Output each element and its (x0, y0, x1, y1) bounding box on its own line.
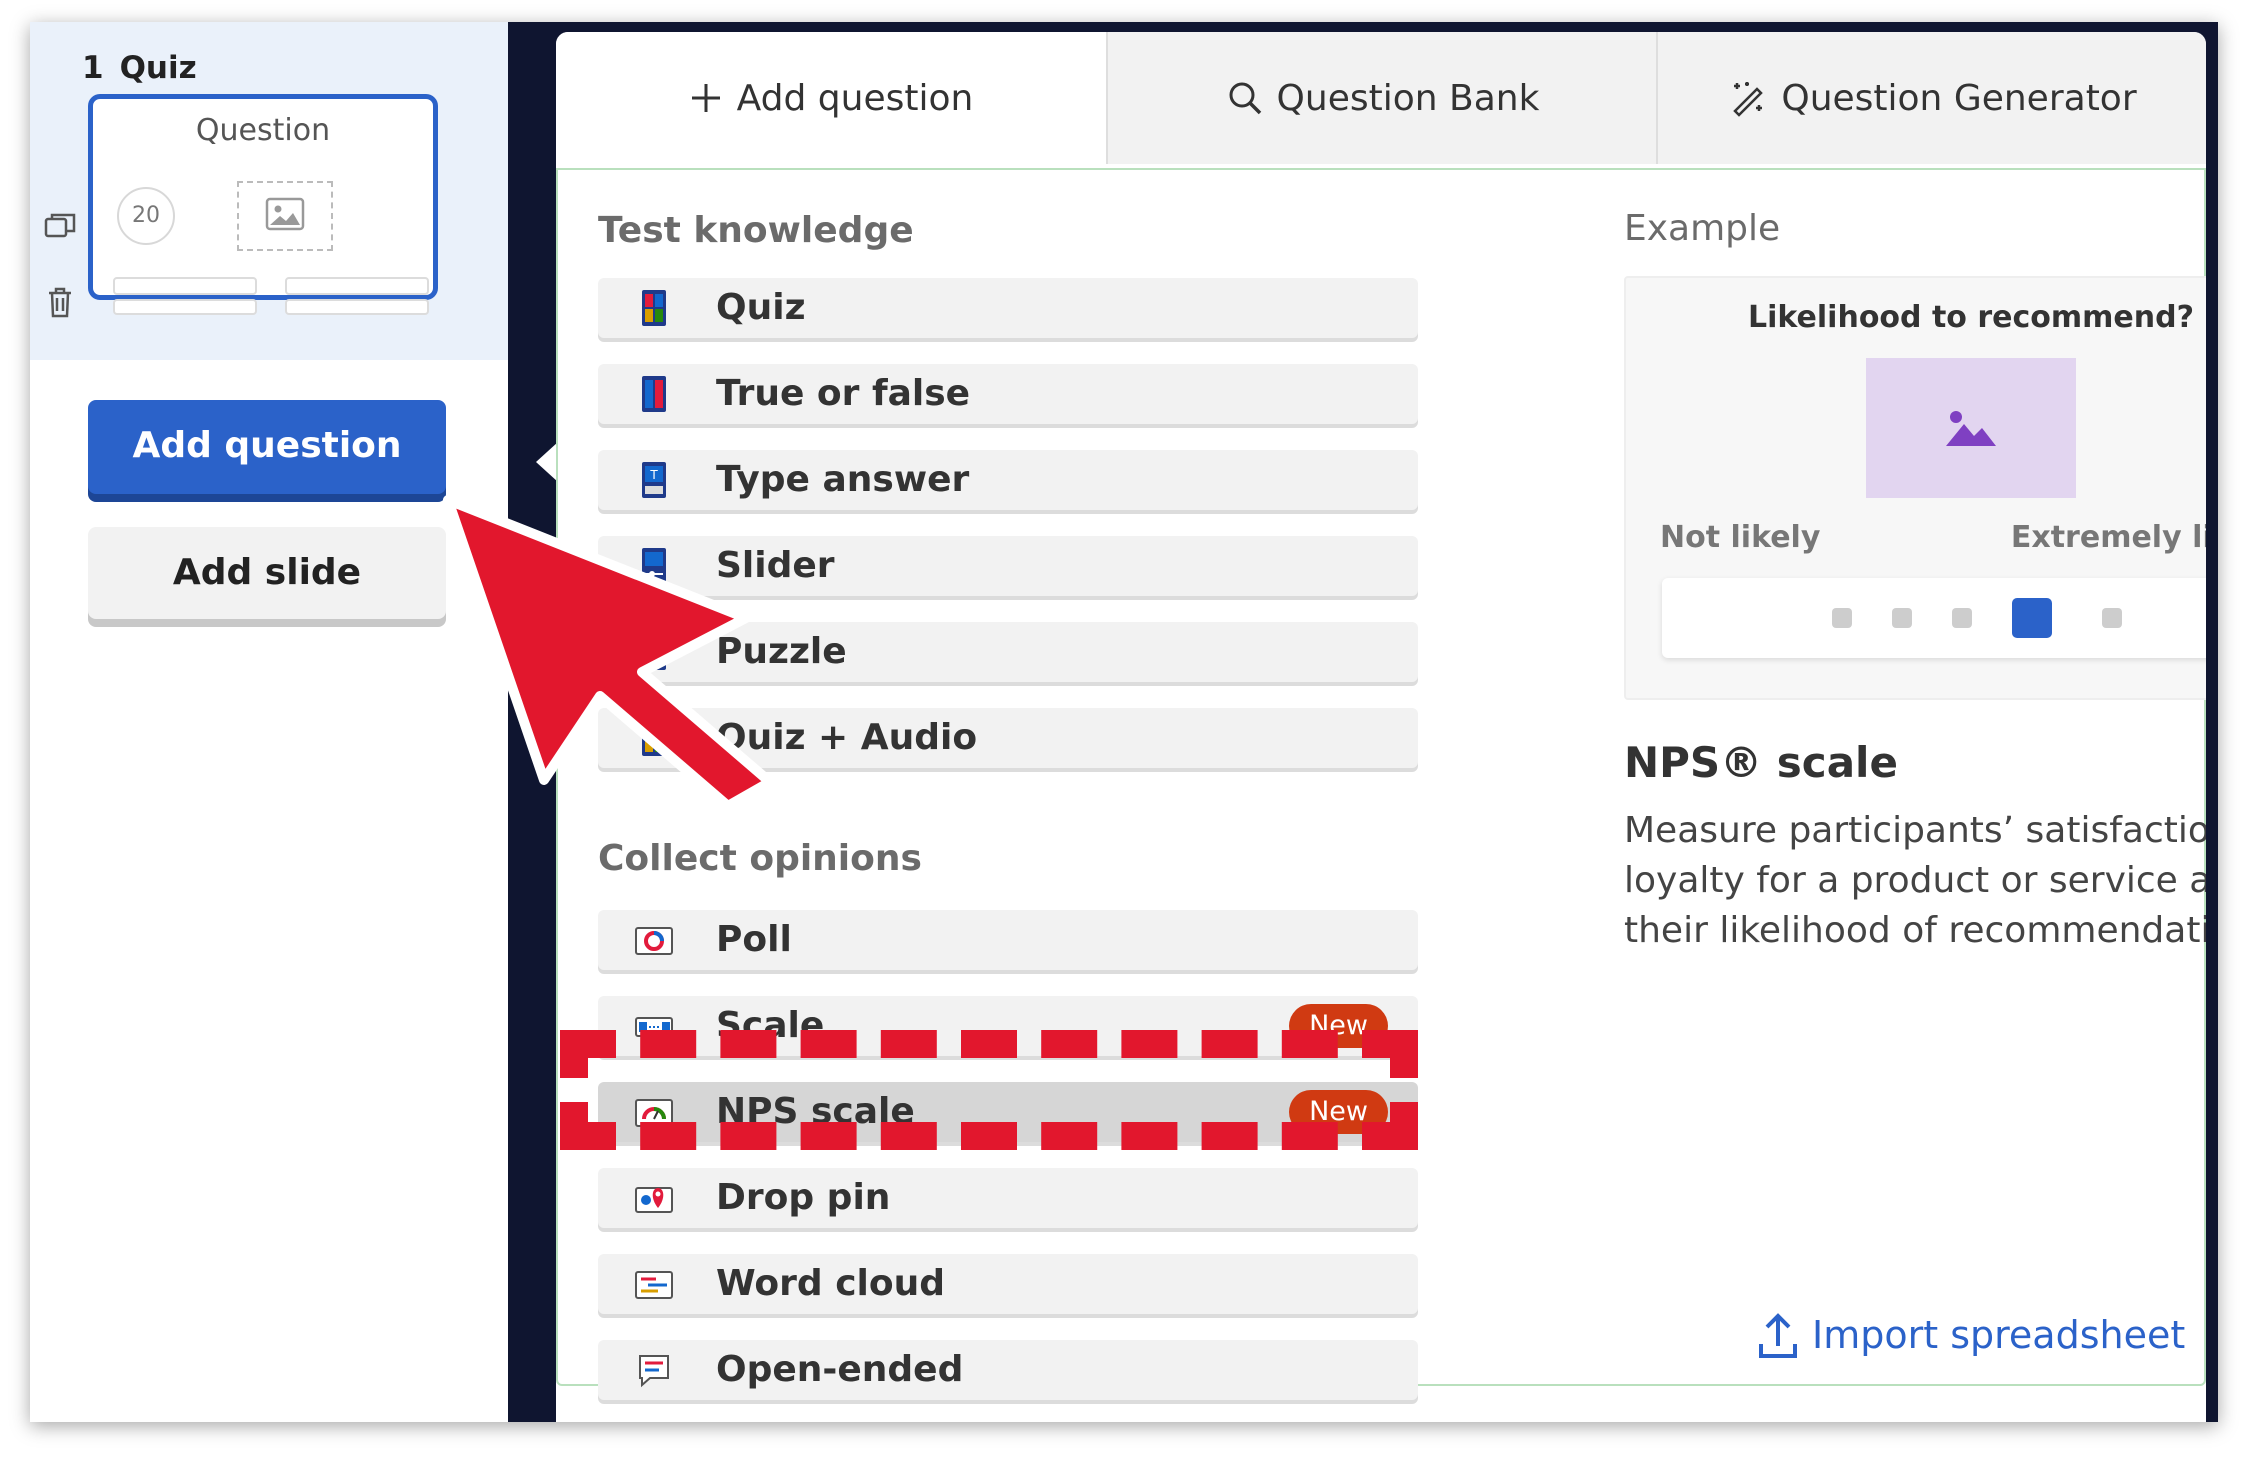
nps-scale-icon (635, 1099, 673, 1127)
open-ended-icon (639, 1355, 669, 1388)
import-label: Import spreadsheet (1812, 1313, 2186, 1357)
quiz-icon (642, 290, 666, 326)
add-question-button[interactable]: Add question (88, 400, 446, 494)
dialog-content: Test knowledge Quiz True or false T Type… (556, 168, 2206, 1400)
question-type-label: Drop pin (716, 1177, 891, 1218)
quiz-audio-icon (642, 720, 666, 756)
thumbnail-title: Question (195, 113, 331, 148)
question-type-label: Open-ended (716, 1349, 964, 1390)
thumbnail-answer (113, 277, 257, 295)
example-low-label: Not likely (1660, 520, 1821, 555)
slide-number: 1 (82, 50, 104, 86)
description-title: NPS® scale (1624, 738, 1898, 787)
puzzle-icon (642, 634, 666, 670)
new-badge: New (1289, 1004, 1388, 1048)
example-high-label: Extremely likely (2010, 520, 2206, 555)
question-type-label: Slider (716, 545, 835, 586)
slide-list-item[interactable]: 1 Quiz Question 20 (30, 22, 508, 360)
true-false-icon (642, 376, 666, 412)
question-type-label: Poll (716, 919, 792, 960)
question-type-label: Scale (716, 1005, 825, 1046)
question-type-label: Word cloud (716, 1263, 946, 1304)
question-type-type-answer[interactable]: T Type answer (598, 450, 1418, 510)
scale-point (1832, 608, 1852, 628)
tab-label: Question Bank (1276, 77, 1540, 119)
slide-sidebar: 1 Quiz Question 20 Add question Add slid… (30, 22, 508, 1422)
example-scale (1662, 578, 2206, 658)
question-type-label: Puzzle (716, 631, 847, 672)
magic-wand-icon (1733, 82, 1764, 117)
trash-icon[interactable] (42, 284, 78, 320)
question-type-slider[interactable]: Slider (598, 536, 1418, 596)
panel-pointer (536, 442, 558, 482)
example-image-placeholder (1866, 358, 2076, 498)
example-question: Likelihood to recommend? (1748, 300, 2194, 335)
new-badge: New (1289, 1090, 1388, 1134)
question-type-label: Type answer (716, 459, 970, 500)
slide-label: 1 Quiz (82, 50, 197, 86)
question-type-open-ended[interactable]: Open-ended (598, 1340, 1418, 1400)
scale-point (1892, 608, 1912, 628)
poll-icon (635, 927, 673, 955)
section-title-test-knowledge: Test knowledge (598, 210, 914, 251)
question-type-true-or-false[interactable]: True or false (598, 364, 1418, 424)
duplicate-icon[interactable] (42, 208, 78, 244)
scale-point (2102, 608, 2122, 628)
upload-icon (1759, 1313, 1797, 1358)
thumbnail-timer: 20 (117, 187, 175, 245)
slider-icon (642, 548, 666, 584)
question-type-nps-scale[interactable]: NPS scale New (598, 1082, 1418, 1142)
tab-label: Question Generator (1781, 77, 2137, 119)
app-window: 1 Quiz Question 20 Add question Add slid… (30, 22, 2218, 1422)
question-type-word-cloud[interactable]: Word cloud (598, 1254, 1418, 1314)
dialog-tabs: Add question Question Bank Question Gene… (556, 32, 2206, 164)
tab-question-generator[interactable]: Question Generator (1656, 32, 2206, 164)
example-title: Example (1624, 208, 1781, 249)
add-slide-button[interactable]: Add slide (88, 527, 446, 619)
question-type-scale[interactable]: Scale New (598, 996, 1418, 1056)
tab-label: Add question (736, 77, 974, 119)
question-type-poll[interactable]: Poll (598, 910, 1418, 970)
question-type-label: NPS scale (716, 1091, 915, 1132)
section-title-collect-opinions: Collect opinions (598, 838, 922, 879)
tab-question-bank[interactable]: Question Bank (1106, 32, 1658, 164)
thumbnail-image-placeholder (237, 181, 333, 251)
drop-pin-icon (635, 1187, 673, 1213)
thumbnail-answer (113, 299, 257, 315)
slide-thumbnail[interactable]: Question 20 (88, 94, 438, 315)
question-type-drop-pin[interactable]: Drop pin (598, 1168, 1418, 1228)
add-question-dialog: Add question Question Bank Question Gene… (556, 32, 2206, 1422)
scale-icon (635, 1017, 673, 1037)
thumbnail-answer (285, 277, 429, 295)
search-icon (1229, 82, 1261, 115)
type-answer-icon: T (642, 462, 666, 498)
tab-add-question[interactable]: Add question (556, 32, 1106, 164)
question-type-label: Quiz + Audio (716, 717, 978, 758)
import-spreadsheet-link[interactable]: Import spreadsheet (1758, 1310, 2185, 1360)
scale-point-selected (2012, 598, 2052, 638)
image-icon (265, 197, 305, 231)
question-type-label: Quiz (716, 287, 806, 328)
question-type-label: True or false (716, 373, 971, 414)
word-cloud-icon (635, 1271, 673, 1299)
example-preview: Likelihood to recommend? Not likely Extr… (1624, 276, 2206, 700)
question-type-quiz-audio[interactable]: Quiz + Audio (598, 708, 1418, 768)
scale-point (1952, 608, 1972, 628)
image-icon (1946, 411, 1996, 446)
plus-icon (691, 84, 720, 112)
question-type-puzzle[interactable]: Puzzle (598, 622, 1418, 682)
question-type-quiz[interactable]: Quiz (598, 278, 1418, 338)
svg-text:T: T (649, 468, 658, 482)
slide-type: Quiz (119, 50, 197, 86)
thumbnail-answer (285, 299, 429, 315)
description-body: Measure participants’ satisfaction and l… (1624, 810, 2206, 951)
